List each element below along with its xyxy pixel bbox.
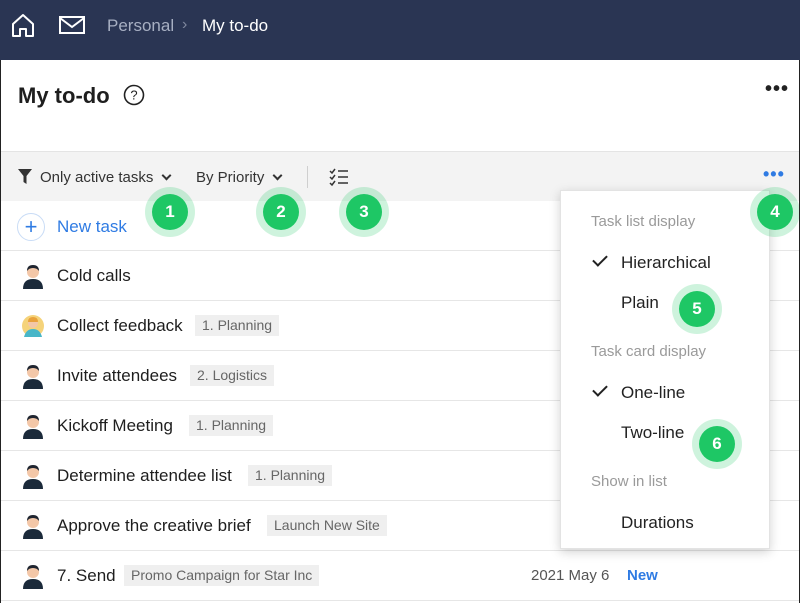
- menu-item-two-line[interactable]: Two-line: [621, 423, 684, 443]
- section-task-list-display: Task list display: [591, 213, 696, 230]
- section-task-card-display: Task card display: [591, 343, 707, 360]
- task-name[interactable]: Cold calls: [57, 266, 131, 286]
- task-name[interactable]: Determine attendee list: [57, 466, 232, 486]
- task-name[interactable]: Kickoff Meeting: [57, 416, 173, 436]
- task-row[interactable]: 7. Send Promo Campaign for Star Inc 2021…: [0, 551, 800, 601]
- menu-item-plain[interactable]: Plain: [621, 293, 659, 313]
- task-name[interactable]: Collect feedback: [57, 316, 183, 336]
- checkmark-icon: [592, 251, 608, 267]
- avatar-icon[interactable]: [20, 313, 46, 339]
- callout-badge-1: 1: [152, 194, 188, 230]
- callout-badge-3: 3: [346, 194, 382, 230]
- chevron-down-icon: [161, 170, 172, 180]
- mail-icon[interactable]: [58, 11, 86, 39]
- avatar-icon[interactable]: [20, 513, 46, 539]
- checklist-icon[interactable]: [329, 167, 349, 187]
- home-icon[interactable]: [9, 11, 37, 39]
- avatar-icon[interactable]: [20, 463, 46, 489]
- filter-icon: [18, 169, 32, 184]
- top-navigation-bar: Personal › My to-do: [0, 0, 800, 60]
- menu-item-durations[interactable]: Durations: [621, 513, 694, 533]
- callout-badge-2: 2: [263, 194, 299, 230]
- sort-label: By Priority: [196, 168, 265, 186]
- task-tag: 1. Planning: [195, 315, 280, 336]
- window-border-left: [0, 60, 1, 603]
- view-options-menu: Task list display Hierarchical Plain Tas…: [560, 190, 770, 549]
- page-title: My to-do: [18, 83, 110, 108]
- sort-dropdown-button[interactable]: By Priority: [196, 166, 283, 188]
- toolbar-divider: [307, 166, 308, 188]
- breadcrumb-separator-icon: ›: [182, 16, 188, 33]
- breadcrumb-personal[interactable]: Personal: [107, 16, 174, 36]
- avatar-icon[interactable]: [20, 563, 46, 589]
- task-name[interactable]: Approve the creative brief: [57, 516, 251, 536]
- menu-item-one-line[interactable]: One-line: [621, 383, 685, 403]
- header-more-button[interactable]: •••: [765, 78, 789, 101]
- svg-text:?: ?: [130, 88, 137, 103]
- chevron-down-icon: [272, 170, 283, 180]
- page-header: My to-do ? •••: [0, 60, 800, 151]
- task-due-date: 2021 May 6: [531, 567, 610, 584]
- callout-badge-4: 4: [757, 194, 793, 230]
- task-tag: 1. Planning: [248, 465, 333, 486]
- avatar-icon[interactable]: [20, 263, 46, 289]
- avatar-icon[interactable]: [20, 413, 46, 439]
- task-tag: Launch New Site: [267, 515, 387, 536]
- view-options-button[interactable]: •••: [763, 164, 785, 185]
- filter-label: Only active tasks: [40, 168, 154, 186]
- section-show-in-list: Show in list: [591, 473, 667, 490]
- filter-dropdown-button[interactable]: Only active tasks: [18, 166, 172, 188]
- menu-item-hierarchical[interactable]: Hierarchical: [621, 253, 711, 273]
- task-name[interactable]: 7. Send: [57, 566, 116, 586]
- task-tag: 2. Logistics: [190, 365, 275, 386]
- plus-icon[interactable]: +: [17, 213, 45, 241]
- checkmark-icon: [592, 381, 608, 397]
- callout-badge-5: 5: [679, 291, 715, 327]
- help-circle-icon[interactable]: ?: [123, 84, 145, 106]
- task-tag: 1. Planning: [189, 415, 274, 436]
- task-name[interactable]: Invite attendees: [57, 366, 177, 386]
- callout-badge-6: 6: [699, 426, 735, 462]
- avatar-icon[interactable]: [20, 363, 46, 389]
- breadcrumb-current: My to-do: [202, 16, 269, 35]
- new-task-button[interactable]: New task: [57, 217, 127, 237]
- task-status[interactable]: New: [627, 567, 658, 584]
- task-tag: Promo Campaign for Star Inc: [124, 565, 320, 586]
